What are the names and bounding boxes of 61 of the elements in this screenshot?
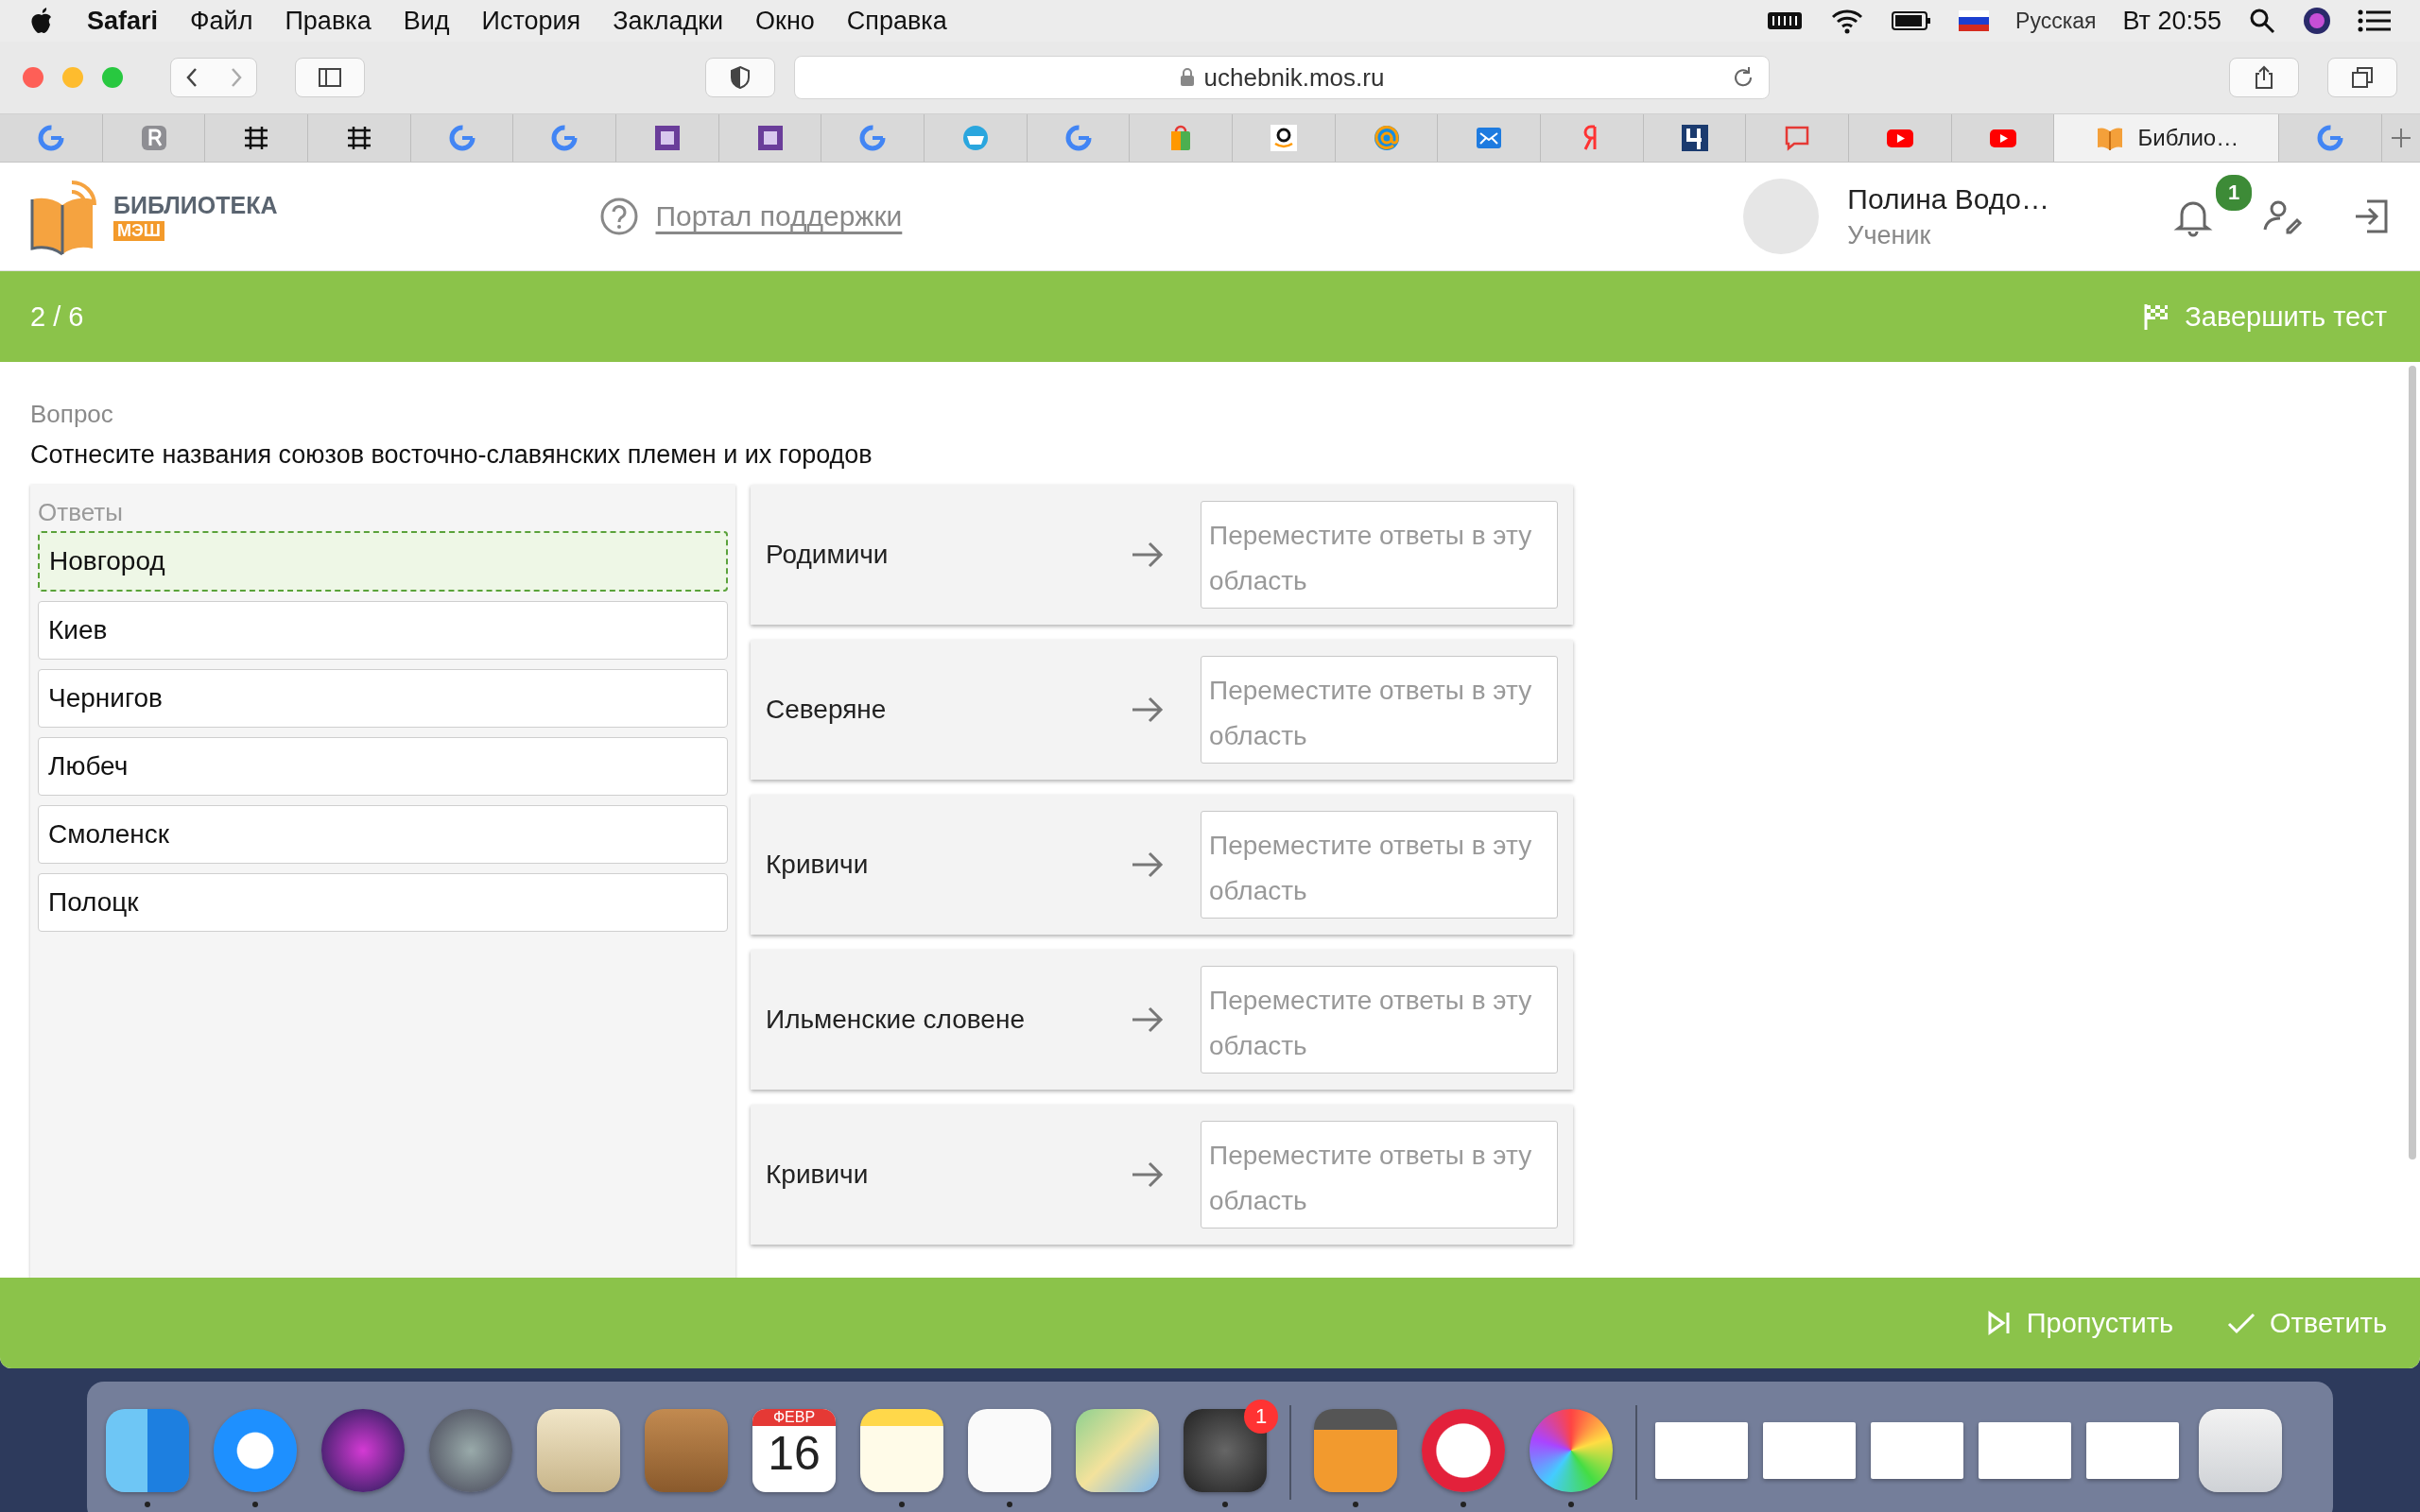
answer-item[interactable]: Новгород <box>38 531 728 592</box>
browser-tab[interactable]: Библио… <box>2054 114 2280 162</box>
question-counter: 2 / 6 <box>30 301 84 333</box>
scrollbar[interactable] <box>2409 366 2416 1160</box>
logo-title: БИБЛИОТЕКА <box>113 192 278 219</box>
support-link[interactable]: Портал поддержки <box>655 200 903 232</box>
address-bar[interactable]: uchebnik.mos.ru <box>794 56 1770 99</box>
orb-icon[interactable] <box>2303 7 2331 35</box>
answers-heading: Ответы <box>38 498 124 527</box>
menu-app-name[interactable]: Safari <box>87 6 159 36</box>
paint-wheel-icon[interactable] <box>1530 1409 1613 1492</box>
privacy-button[interactable] <box>705 58 775 97</box>
four-logo-icon <box>1679 123 1710 153</box>
logo-subtitle: МЭШ <box>113 221 164 241</box>
match-label: Северяне <box>766 695 888 725</box>
dock-badge: 1 <box>1244 1400 1278 1434</box>
menu-item[interactable]: Файл <box>190 6 253 36</box>
calendar-app-icon[interactable]: ФЕВР 16 <box>752 1409 836 1492</box>
window-thumbnail[interactable] <box>1763 1422 1856 1479</box>
ring-logo-icon[interactable] <box>1422 1409 1505 1492</box>
search-icon[interactable] <box>2248 7 2276 35</box>
menu-item[interactable]: Окно <box>755 6 815 36</box>
window-thumbnail[interactable] <box>1871 1422 1963 1479</box>
help-icon[interactable] <box>598 197 639 236</box>
calendar-month: ФЕВР <box>752 1409 836 1426</box>
window-thumbnail[interactable] <box>1979 1422 2071 1479</box>
user-role: Ученик <box>1847 220 1932 250</box>
tabs-overview-button[interactable] <box>2327 58 2397 97</box>
zoom-button[interactable] <box>102 67 123 88</box>
match-label: Кривичи <box>766 850 870 880</box>
smile-logo-icon <box>1268 123 1299 153</box>
menu-item[interactable]: Закладки <box>613 6 724 36</box>
menu-item[interactable]: Справка <box>846 6 947 36</box>
menu-clock[interactable]: Вт 20:55 <box>2122 6 2221 36</box>
question-heading: Вопрос <box>30 400 114 429</box>
user-name: Полина Водо… <box>1847 182 2049 215</box>
answer-item[interactable]: Полоцк <box>38 873 728 932</box>
close-button[interactable] <box>23 67 43 88</box>
flag-icon[interactable] <box>1959 10 1990 31</box>
menu-item[interactable]: Вид <box>403 6 450 36</box>
notepad-icon[interactable] <box>860 1409 943 1492</box>
match-label: Ильменские словене <box>766 1005 1026 1035</box>
sidebar-button[interactable] <box>295 58 365 97</box>
window-thumbnail[interactable] <box>2086 1422 2179 1479</box>
answer-item[interactable]: Любеч <box>38 737 728 796</box>
answer-item[interactable]: Смоленск <box>38 805 728 864</box>
menu-item[interactable]: История <box>481 6 581 36</box>
answer-item[interactable]: Чернигов <box>38 669 728 728</box>
lock-icon <box>1179 68 1195 87</box>
input-source-label[interactable]: Русская <box>2015 8 2097 34</box>
notification-badge: 1 <box>2214 173 2254 213</box>
new-tab-icon[interactable] <box>2390 127 2412 149</box>
menu-item[interactable]: Правка <box>285 6 372 36</box>
match-label: Родимичи <box>766 540 890 570</box>
share-button[interactable] <box>2229 58 2299 97</box>
tabs-icon <box>2349 64 2376 91</box>
match-label: Кривичи <box>766 1160 870 1190</box>
question-text: Сотнесите названия союзов восточно-славянских племен и их городов <box>30 440 873 470</box>
calendar-day: 16 <box>768 1426 821 1481</box>
answer-item[interactable]: Киев <box>38 601 728 660</box>
window-thumbnail[interactable] <box>1655 1422 1748 1479</box>
